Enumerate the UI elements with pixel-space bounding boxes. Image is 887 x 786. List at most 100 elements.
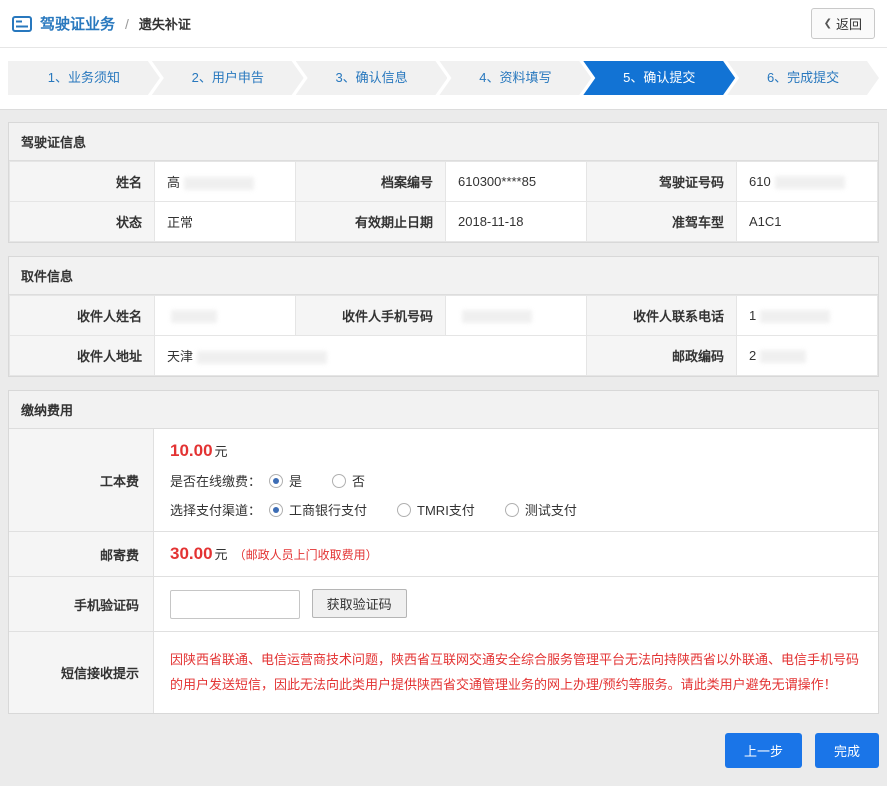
step-1-business-notice: 1、业务须知 <box>8 61 160 95</box>
payment-channel-line: 选择支付渠道： 工商银行支付 TMRI支付 测试支付 <box>170 500 862 519</box>
page-title: 驾驶证业务 <box>40 13 115 34</box>
field-label-recipient-address: 收件人地址 <box>10 336 155 376</box>
channel-test-option[interactable]: 测试支付 <box>505 500 577 519</box>
step-4-fill-data: 4、资料填写 <box>439 61 591 95</box>
license-form-icon <box>12 16 32 32</box>
field-value-name: 高 <box>155 162 296 202</box>
field-label-recipient-mobile: 收件人手机号码 <box>296 296 446 336</box>
field-value-recipient-phone: 1 <box>737 296 878 336</box>
online-payment-no-option[interactable]: 否 <box>332 471 365 490</box>
step-6-complete-submit: 6、完成提交 <box>727 61 879 95</box>
field-label-postal-code: 邮政编码 <box>587 336 737 376</box>
mailing-fee-note: （邮政人员上门收取费用） <box>234 548 378 562</box>
back-button-label: 返回 <box>836 14 862 33</box>
breadcrumb-current: 遗失补证 <box>139 14 191 33</box>
redacted-blur <box>462 310 532 323</box>
header-bar: 驾驶证业务 / 遗失补证 ❮ 返回 <box>0 0 887 48</box>
field-value-license-number: 610 <box>737 162 878 202</box>
table-row: 收件人地址 天津 邮政编码 2 <box>10 336 878 376</box>
channel-tmri-option[interactable]: TMRI支付 <box>397 500 475 519</box>
breadcrumb: 驾驶证业务 / 遗失补证 <box>12 13 191 34</box>
mailing-fee-label: 邮寄费 <box>9 532 154 576</box>
field-value-expiry-date: 2018-11-18 <box>446 202 587 242</box>
redacted-blur <box>775 176 845 189</box>
mailing-fee-row: 邮寄费 30.00元 （邮政人员上门收取费用） <box>9 532 878 577</box>
field-value-recipient-address: 天津 <box>155 336 587 376</box>
field-label-recipient-phone: 收件人联系电话 <box>587 296 737 336</box>
field-value-status: 正常 <box>155 202 296 242</box>
field-value-postal-code: 2 <box>737 336 878 376</box>
production-fee-amount: 10.00 <box>170 441 213 460</box>
production-fee-row: 工本费 10.00元 是否在线缴费： 是 否 <box>9 429 878 532</box>
table-row: 收件人姓名 收件人手机号码 收件人联系电话 1 <box>10 296 878 336</box>
radio-unchecked-icon[interactable] <box>505 503 519 517</box>
prev-step-button[interactable]: 上一步 <box>725 733 802 768</box>
license-info-table: 姓名 高 档案编号 610300****85 驾驶证号码 610 状态 正常 有… <box>9 161 878 242</box>
payment-channel-question: 选择支付渠道： <box>170 500 261 519</box>
pickup-info-table: 收件人姓名 收件人手机号码 收件人联系电话 1 收件人地址 天津 邮政编码 2 <box>9 295 878 376</box>
step-2-user-declaration: 2、用户申告 <box>152 61 304 95</box>
radio-unchecked-icon[interactable] <box>397 503 411 517</box>
field-value-recipient-name <box>155 296 296 336</box>
field-value-text: 610 <box>749 174 771 189</box>
pickup-info-card: 取件信息 收件人姓名 收件人手机号码 收件人联系电话 1 收件人地址 天津 邮政… <box>8 256 879 377</box>
page: 驾驶证业务 / 遗失补证 ❮ 返回 1、业务须知 2、用户申告 3、确认信息 4… <box>0 0 887 786</box>
chevron-left-icon: ❮ <box>824 18 832 29</box>
online-payment-no-label: 否 <box>352 471 365 490</box>
sms-code-label: 手机验证码 <box>9 577 154 631</box>
redacted-blur <box>760 310 830 323</box>
sms-code-input[interactable] <box>170 590 300 619</box>
sms-notice-row: 短信接收提示 因陕西省联通、电信运营商技术问题，陕西省互联网交通安全综合服务管理… <box>9 632 878 713</box>
channel-icbc-option[interactable]: 工商银行支付 <box>269 500 367 519</box>
redacted-blur <box>760 350 806 363</box>
channel-tmri-label: TMRI支付 <box>417 500 475 519</box>
online-payment-yes-label: 是 <box>289 471 302 490</box>
radio-checked-icon[interactable] <box>269 503 283 517</box>
table-row: 姓名 高 档案编号 610300****85 驾驶证号码 610 <box>10 162 878 202</box>
pickup-info-title: 取件信息 <box>9 257 878 295</box>
online-payment-yes-option[interactable]: 是 <box>269 471 302 490</box>
mailing-fee-unit: 元 <box>215 547 228 562</box>
sms-code-content: 获取验证码 <box>154 577 878 631</box>
field-value-text: 2 <box>749 348 756 363</box>
mailing-fee-content: 30.00元 （邮政人员上门收取费用） <box>154 532 878 576</box>
finish-button[interactable]: 完成 <box>815 733 879 768</box>
field-value-file-number: 610300****85 <box>446 162 587 202</box>
field-label-license-number: 驾驶证号码 <box>587 162 737 202</box>
field-value-text: 1 <box>749 308 756 323</box>
step-3-confirm-info: 3、确认信息 <box>296 61 448 95</box>
sms-notice-content: 因陕西省联通、电信运营商技术问题，陕西省互联网交通安全综合服务管理平台无法向持陕… <box>154 632 878 713</box>
steps-bar: 1、业务须知 2、用户申告 3、确认信息 4、资料填写 5、确认提交 6、完成提… <box>0 48 887 110</box>
field-value-recipient-mobile <box>446 296 587 336</box>
online-payment-question: 是否在线缴费： <box>170 471 261 490</box>
content: 驾驶证信息 姓名 高 档案编号 610300****85 驾驶证号码 610 状… <box>0 110 887 714</box>
back-button[interactable]: ❮ 返回 <box>811 8 875 39</box>
footer-actions: 上一步 完成 <box>0 727 887 786</box>
field-value-vehicle-class: A1C1 <box>737 202 878 242</box>
production-fee-unit: 元 <box>215 444 228 459</box>
production-fee-label: 工本费 <box>9 429 154 531</box>
sms-notice-label: 短信接收提示 <box>9 632 154 713</box>
get-code-button[interactable]: 获取验证码 <box>312 589 407 618</box>
radio-unchecked-icon[interactable] <box>332 474 346 488</box>
field-label-name: 姓名 <box>10 162 155 202</box>
field-value-text: 高 <box>167 175 180 190</box>
radio-checked-icon[interactable] <box>269 474 283 488</box>
redacted-blur <box>197 351 327 364</box>
online-payment-question-line: 是否在线缴费： 是 否 <box>170 471 862 490</box>
breadcrumb-separator: / <box>125 16 129 32</box>
redacted-blur <box>184 177 254 190</box>
field-value-text: 天津 <box>167 349 193 364</box>
license-info-card: 驾驶证信息 姓名 高 档案编号 610300****85 驾驶证号码 610 状… <box>8 122 879 243</box>
license-info-title: 驾驶证信息 <box>9 123 878 161</box>
channel-test-label: 测试支付 <box>525 500 577 519</box>
mailing-fee-amount: 30.00 <box>170 544 213 563</box>
fees-card: 缴纳费用 工本费 10.00元 是否在线缴费： 是 <box>8 390 879 714</box>
production-fee-amount-line: 10.00元 <box>170 441 862 461</box>
field-label-expiry-date: 有效期止日期 <box>296 202 446 242</box>
field-label-recipient-name: 收件人姓名 <box>10 296 155 336</box>
step-5-confirm-submit: 5、确认提交 <box>583 61 735 95</box>
fees-title: 缴纳费用 <box>9 391 878 429</box>
table-row: 状态 正常 有效期止日期 2018-11-18 准驾车型 A1C1 <box>10 202 878 242</box>
production-fee-content: 10.00元 是否在线缴费： 是 否 选择支 <box>154 429 878 531</box>
